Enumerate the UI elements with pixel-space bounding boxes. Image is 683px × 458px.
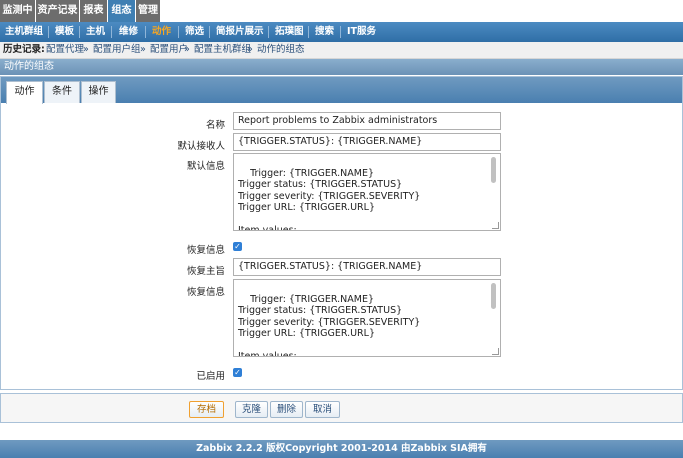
sub-menu-separator bbox=[209, 26, 210, 38]
sub-menu-separator bbox=[79, 26, 80, 38]
breadcrumb-item-users[interactable]: 配置用户 bbox=[150, 42, 188, 58]
scrollbar[interactable] bbox=[490, 282, 498, 354]
default-message-label: 默认信息 bbox=[186, 161, 225, 172]
sub-menu-search[interactable]: 搜索 bbox=[315, 22, 334, 42]
recovery-subject-field[interactable]: {TRIGGER.STATUS}: {TRIGGER.NAME} bbox=[233, 258, 501, 276]
delete-button[interactable]: 删除 bbox=[270, 401, 303, 418]
action-form: 动作 条件 操作 名称 Report problems to Zabbix ad… bbox=[0, 76, 683, 390]
sub-menu-maintenance[interactable]: 维修 bbox=[119, 22, 138, 42]
sub-menu-separator bbox=[145, 26, 146, 38]
breadcrumb-separator: » bbox=[140, 44, 146, 55]
breadcrumb-item-hostgroups[interactable]: 配置主机群组 bbox=[194, 42, 251, 58]
scrollbar[interactable] bbox=[490, 156, 498, 228]
enabled-checkbox[interactable]: ✓ bbox=[233, 368, 242, 377]
tab-strip: 动作 条件 操作 bbox=[1, 77, 682, 104]
breadcrumb-separator: » bbox=[247, 44, 253, 55]
name-label: 名称 bbox=[205, 120, 225, 131]
sub-menu-it-services[interactable]: IT服务 bbox=[347, 22, 376, 42]
recovery-message-label: 恢复信息 bbox=[186, 287, 225, 298]
breadcrumb-separator: » bbox=[83, 44, 89, 55]
sub-menu: 主机群组 模板 主机 维修 动作 筛选 简报片展示 拓璞图 搜索 IT服务 bbox=[0, 22, 683, 42]
sub-menu-slides[interactable]: 简报片展示 bbox=[216, 22, 264, 42]
top-menu-monitoring[interactable]: 监测中 bbox=[0, 0, 35, 22]
sub-menu-separator bbox=[308, 26, 309, 38]
clone-button[interactable]: 克隆 bbox=[235, 401, 268, 418]
recovery-message-textarea[interactable]: Trigger: {TRIGGER.NAME} Trigger status: … bbox=[233, 279, 501, 357]
breadcrumb-item-proxies[interactable]: 配置代理 bbox=[46, 42, 84, 58]
breadcrumb-separator: » bbox=[184, 44, 190, 55]
footer: Zabbix 2.2.2 版权Copyright 2001-2014 由Zabb… bbox=[0, 440, 683, 458]
default-message-text: Trigger: {TRIGGER.NAME} Trigger status: … bbox=[238, 167, 421, 231]
top-menu-inventory[interactable]: 资产记录 bbox=[36, 0, 79, 22]
top-menu: 监测中 资产记录 报表 组态 管理 bbox=[0, 0, 683, 22]
sub-menu-hostgroups[interactable]: 主机群组 bbox=[5, 22, 43, 42]
top-menu-configuration[interactable]: 组态 bbox=[108, 0, 135, 22]
default-subject-field[interactable]: {TRIGGER.STATUS}: {TRIGGER.NAME} bbox=[233, 133, 501, 151]
sub-menu-discovery[interactable]: 筛选 bbox=[185, 22, 204, 42]
recovery-message-toggle-label: 恢复信息 bbox=[186, 245, 225, 256]
sub-menu-separator bbox=[178, 26, 179, 38]
default-message-textarea[interactable]: Trigger: {TRIGGER.NAME} Trigger status: … bbox=[233, 153, 501, 231]
top-menu-reports[interactable]: 报表 bbox=[80, 0, 107, 22]
top-menu-administration[interactable]: 管理 bbox=[136, 0, 160, 22]
resize-handle-icon[interactable] bbox=[492, 348, 499, 355]
page-title: 动作的组态 bbox=[0, 59, 683, 75]
cancel-button[interactable]: 取消 bbox=[305, 401, 340, 418]
tab-action[interactable]: 动作 bbox=[6, 81, 43, 104]
tab-conditions[interactable]: 条件 bbox=[44, 81, 80, 103]
scrollbar-thumb[interactable] bbox=[491, 157, 496, 183]
sub-menu-templates[interactable]: 模板 bbox=[55, 22, 74, 42]
save-button[interactable]: 存档 bbox=[189, 401, 224, 418]
recovery-subject-label: 恢复主旨 bbox=[186, 266, 225, 277]
name-field[interactable]: Report problems to Zabbix administrators bbox=[233, 112, 501, 130]
scrollbar-thumb[interactable] bbox=[491, 283, 496, 309]
form-buttons: 存档 克隆 删除 取消 bbox=[0, 393, 683, 423]
sub-menu-separator bbox=[111, 26, 112, 38]
sub-menu-separator bbox=[48, 26, 49, 38]
sub-menu-maps[interactable]: 拓璞图 bbox=[275, 22, 304, 42]
default-subject-label: 默认接收人 bbox=[177, 141, 225, 152]
tab-operations[interactable]: 操作 bbox=[81, 81, 116, 103]
sub-menu-separator bbox=[268, 26, 269, 38]
breadcrumb-item-usergroups[interactable]: 配置用户组 bbox=[93, 42, 141, 58]
sub-menu-separator bbox=[340, 26, 341, 38]
enabled-label: 已启用 bbox=[196, 371, 225, 382]
breadcrumb-item-action-config[interactable]: 动作的组态 bbox=[257, 42, 305, 58]
resize-handle-icon[interactable] bbox=[492, 222, 499, 229]
sub-menu-hosts[interactable]: 主机 bbox=[86, 22, 105, 42]
recovery-message-text: Trigger: {TRIGGER.NAME} Trigger status: … bbox=[238, 293, 421, 357]
breadcrumb-label: 历史记录: bbox=[3, 44, 45, 55]
recovery-message-checkbox[interactable]: ✓ bbox=[233, 242, 242, 251]
sub-menu-actions[interactable]: 动作 bbox=[152, 22, 171, 42]
breadcrumb: 历史记录: 配置代理 » 配置用户组 » 配置用户 » 配置主机群组 » 动作的… bbox=[0, 42, 683, 59]
